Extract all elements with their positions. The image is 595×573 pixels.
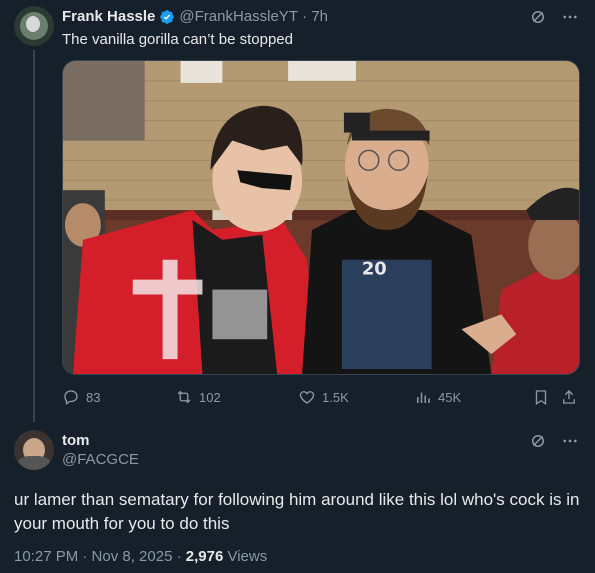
analytics-icon <box>417 392 430 403</box>
thread-connector <box>33 50 35 422</box>
share-button[interactable] <box>560 388 578 406</box>
author-name[interactable]: Frank Hassle <box>62 8 155 26</box>
verified-badge-icon <box>159 9 175 25</box>
tweet-text: ur lamer than sematary for following him… <box>14 490 580 533</box>
svg-text:20: 20 <box>362 259 387 280</box>
tweet-header: Frank Hassle @FrankHassleYT · 7h <box>62 8 328 26</box>
time-separator: · <box>297 8 312 25</box>
more-options-icon[interactable] <box>561 8 579 26</box>
like-count: 1.5K <box>322 389 349 405</box>
repost-icon <box>177 390 191 404</box>
share-icon <box>563 390 575 404</box>
tweet-photo[interactable]: 20 <box>62 60 580 375</box>
bookmark-button[interactable] <box>532 388 550 406</box>
reply-icon <box>64 390 78 406</box>
views-count: 45K <box>438 389 462 405</box>
tweet-action-bar: 83 102 1.5K 45K <box>62 388 580 408</box>
repost-button[interactable]: 102 <box>175 388 221 406</box>
tweet-timestamp[interactable]: 10:27 PM · Nov 8, 2025 · <box>14 548 182 565</box>
heart-icon <box>299 391 315 404</box>
grok-icon[interactable] <box>529 8 547 26</box>
more-options-icon[interactable] <box>561 432 579 450</box>
tweet-meta: 10:27 PM · Nov 8, 2025 · 2,976 Views <box>14 548 267 565</box>
reply-button[interactable]: 83 <box>62 388 100 406</box>
reply-count: 83 <box>86 389 101 405</box>
views-button[interactable]: 45K <box>414 388 461 406</box>
views-label: Views <box>227 548 268 565</box>
author-handle[interactable]: @FrankHassleYT <box>179 8 298 26</box>
tweet-top-actions <box>529 432 579 450</box>
author-name[interactable]: tom <box>62 432 90 449</box>
tweet-original: Frank Hassle @FrankHassleYT · 7h The van… <box>0 0 595 422</box>
tweet-time[interactable]: 7h <box>311 8 328 26</box>
like-button[interactable]: 1.5K <box>298 388 349 406</box>
repost-count: 102 <box>199 389 221 405</box>
grok-icon[interactable] <box>529 432 547 450</box>
tweet-text: The vanilla gorilla can’t be stopped <box>62 31 293 48</box>
author-handle[interactable]: @FACGCE <box>62 451 139 468</box>
bookmark-icon <box>535 390 547 406</box>
views-count: 2,976 <box>185 548 224 565</box>
tweet-top-actions <box>529 8 579 26</box>
avatar[interactable] <box>14 6 54 46</box>
avatar[interactable] <box>14 430 54 470</box>
